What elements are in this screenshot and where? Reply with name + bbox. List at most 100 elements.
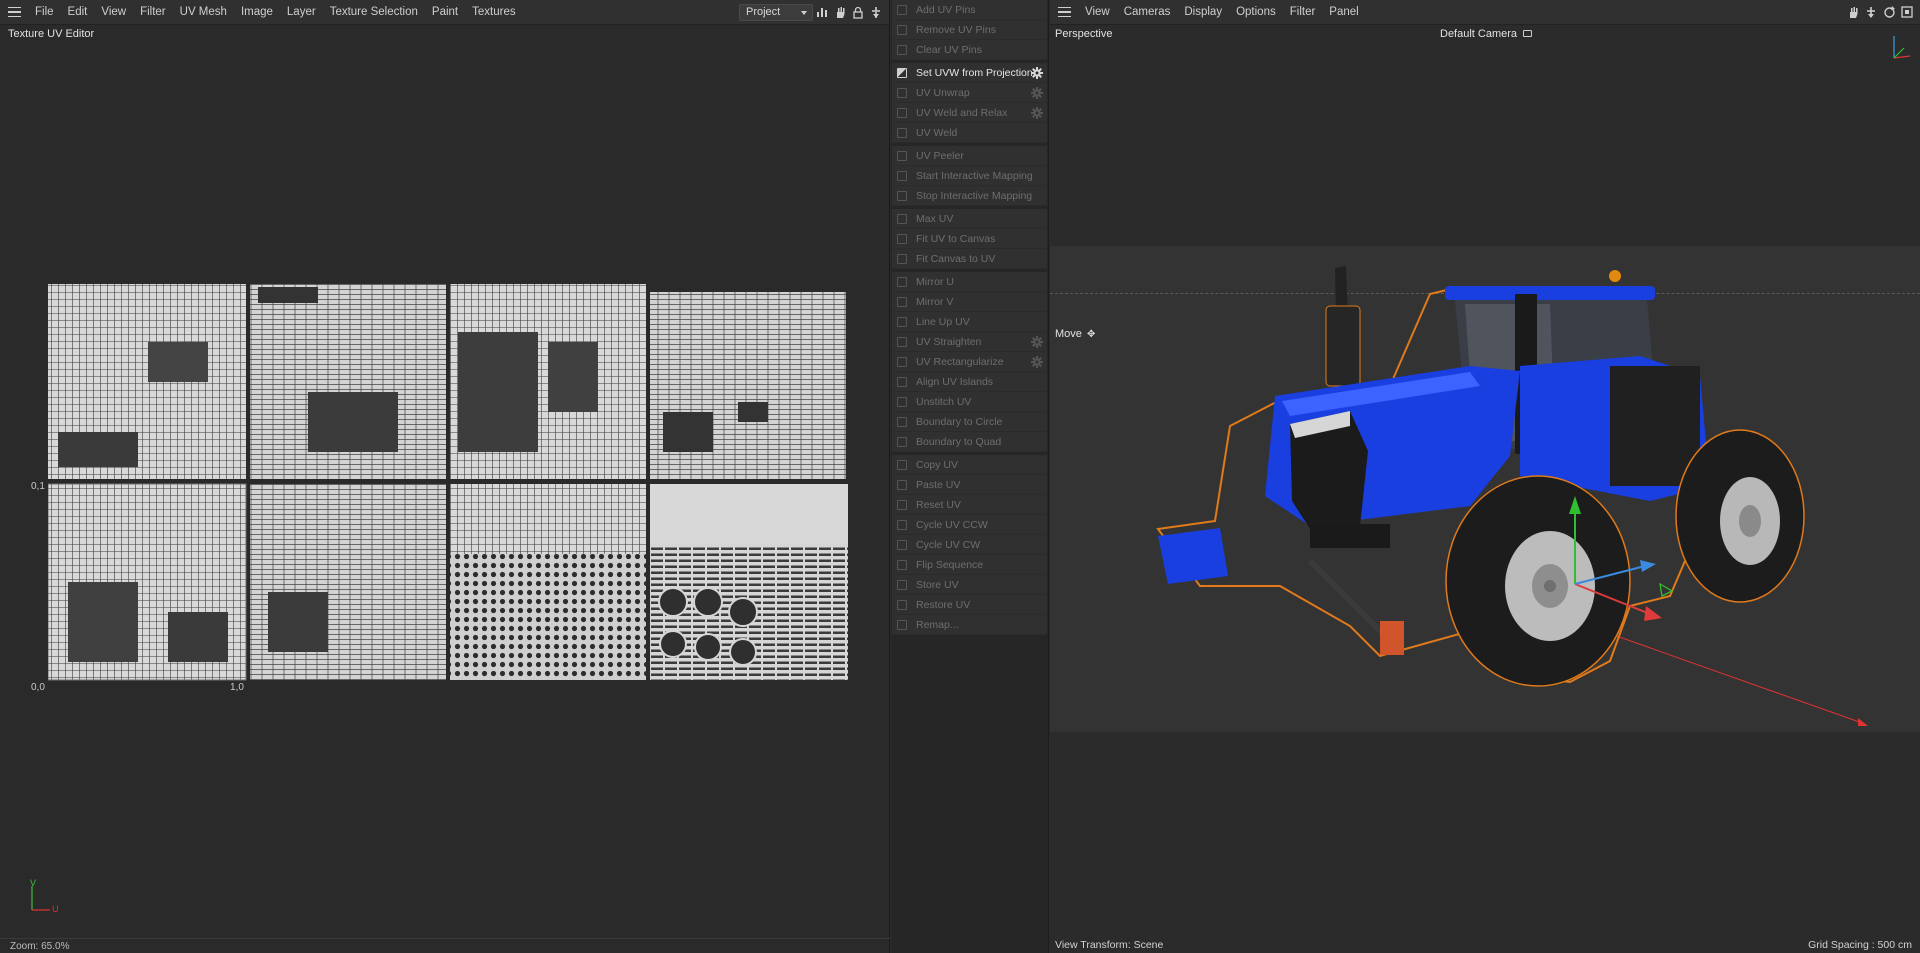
command-cycle-uv-ccw[interactable]: Cycle UV CCW [892, 515, 1047, 535]
viewport-menu-items: View Cameras Display Options Filter Panel [1078, 0, 1366, 25]
command-icon [897, 357, 907, 367]
command-icon [897, 620, 907, 630]
viewport-camera-label[interactable]: Default Camera [1440, 28, 1533, 40]
tractor-model[interactable] [1050, 246, 1920, 732]
viewport-rotate-icon[interactable] [1882, 5, 1896, 19]
command-label: UV Unwrap [916, 86, 970, 99]
command-add-uv-pins[interactable]: Add UV Pins [892, 0, 1047, 20]
perspective-viewport[interactable]: View Cameras Display Options Filter Panel Per… [1050, 0, 1920, 953]
uv-canvas[interactable] [48, 282, 848, 682]
project-select[interactable]: Project [739, 4, 813, 21]
command-uv-unwrap[interactable]: UV Unwrap [892, 83, 1047, 103]
world-axis-gizmo [1893, 36, 1911, 59]
histogram-icon[interactable] [815, 5, 829, 19]
gear-icon[interactable] [1030, 355, 1044, 369]
uv-commands-palette: Add UV Pins Remove UV Pins Clear UV Pins Se… [891, 0, 1049, 953]
uv-menu-edit[interactable]: Edit [61, 0, 95, 25]
viewport-menu-filter[interactable]: Filter [1283, 0, 1323, 25]
viewport-menu-view[interactable]: View [1078, 0, 1117, 25]
command-flip-sequence[interactable]: Flip Sequence [892, 555, 1047, 575]
command-label: Add UV Pins [916, 3, 976, 16]
command-stop-interactive-mapping[interactable]: Stop Interactive Mapping [892, 186, 1047, 206]
camera-icon [1523, 30, 1533, 37]
command-icon [897, 45, 907, 55]
uv-menu-textures[interactable]: Textures [465, 0, 522, 25]
command-remap[interactable]: Remap... [892, 615, 1047, 635]
command-icon [897, 234, 907, 244]
command-uv-straighten[interactable]: UV Straighten [892, 332, 1047, 352]
uv-menu-filter[interactable]: Filter [133, 0, 173, 25]
viewport-maximize-icon[interactable] [1900, 5, 1914, 19]
viewport-menu-cameras[interactable]: Cameras [1117, 0, 1178, 25]
command-label: Copy UV [916, 458, 959, 471]
gear-icon[interactable] [1030, 106, 1044, 120]
uv-gizmo-v-label: V [30, 878, 37, 888]
command-icon [897, 437, 907, 447]
command-mirror-v[interactable]: Mirror V [892, 292, 1047, 312]
uv-menu-layer[interactable]: Layer [280, 0, 323, 25]
command-icon [897, 560, 907, 570]
command-uv-rectangularize[interactable]: UV Rectangularize [892, 352, 1047, 372]
uv-menu-texture-selection[interactable]: Texture Selection [323, 0, 425, 25]
viewport-pan-icon[interactable] [1846, 5, 1860, 19]
uv-command-group: Copy UV Paste UV Reset UV Cycle UV CCW Cycle… [892, 455, 1047, 635]
command-line-up-uv[interactable]: Line Up UV [892, 312, 1047, 332]
lock-icon[interactable] [851, 5, 865, 19]
chevron-down-icon [801, 11, 807, 15]
viewport-menu-display[interactable]: Display [1177, 0, 1229, 25]
uv-hamburger-menu-icon[interactable] [0, 0, 28, 25]
viewport-hamburger-menu-icon[interactable] [1050, 0, 1078, 25]
command-copy-uv[interactable]: Copy UV [892, 455, 1047, 475]
viewport-dolly-icon[interactable] [1864, 5, 1878, 19]
command-uv-peeler[interactable]: UV Peeler [892, 146, 1047, 166]
command-cycle-uv-cw[interactable]: Cycle UV CW [892, 535, 1047, 555]
pan-hand-icon[interactable] [833, 5, 847, 19]
command-paste-uv[interactable]: Paste UV [892, 475, 1047, 495]
command-icon [897, 520, 907, 530]
uv-menu-uv-mesh[interactable]: UV Mesh [173, 0, 234, 25]
viewport-menubar: View Cameras Display Options Filter Panel [1050, 0, 1920, 25]
command-label: Boundary to Quad [916, 435, 1002, 448]
command-clear-uv-pins[interactable]: Clear UV Pins [892, 40, 1047, 60]
command-label: Remap... [916, 618, 959, 631]
command-boundary-to-circle[interactable]: Boundary to Circle [892, 412, 1047, 432]
command-reset-uv[interactable]: Reset UV [892, 495, 1047, 515]
command-label: UV Weld and Relax [916, 106, 1008, 119]
gear-icon[interactable] [1030, 86, 1044, 100]
uv-axis-label-u1: 1,0 [230, 682, 244, 693]
command-unstitch-uv[interactable]: Unstitch UV [892, 392, 1047, 412]
command-fit-uv-to-canvas[interactable]: Fit UV to Canvas [892, 229, 1047, 249]
command-uv-weld-and-relax[interactable]: UV Weld and Relax [892, 103, 1047, 123]
uv-menu-image[interactable]: Image [234, 0, 280, 25]
command-label: Flip Sequence [916, 558, 984, 571]
viewport-menu-panel[interactable]: Panel [1322, 0, 1365, 25]
uv-axis-label-origin: 0,0 [31, 682, 45, 693]
gear-icon[interactable] [1030, 66, 1044, 80]
command-align-uv-islands[interactable]: Align UV Islands [892, 372, 1047, 392]
command-restore-uv[interactable]: Restore UV [892, 595, 1047, 615]
viewport-view-name[interactable]: Perspective [1055, 28, 1112, 40]
command-set-uvw-from-projection[interactable]: Set UVW from Projection [892, 63, 1047, 83]
command-fit-canvas-to-uv[interactable]: Fit Canvas to UV [892, 249, 1047, 269]
command-boundary-to-quad[interactable]: Boundary to Quad [892, 432, 1047, 452]
uv-axis-label-v1: 0,1 [31, 481, 45, 492]
command-label: UV Straighten [916, 335, 982, 348]
command-uv-weld[interactable]: UV Weld [892, 123, 1047, 143]
command-store-uv[interactable]: Store UV [892, 575, 1047, 595]
uv-menu-file[interactable]: File [28, 0, 61, 25]
command-icon [897, 191, 907, 201]
uv-menu-view[interactable]: View [94, 0, 133, 25]
uv-menu-paint[interactable]: Paint [425, 0, 465, 25]
pin-down-icon[interactable] [869, 5, 883, 19]
move-arrows-icon: ✥ [1086, 329, 1096, 340]
app-root: File Edit View Filter UV Mesh Image Layer Textu… [0, 0, 1920, 953]
command-label: Cycle UV CW [916, 538, 981, 551]
command-label: Max UV [916, 212, 954, 225]
command-start-interactive-mapping[interactable]: Start Interactive Mapping [892, 166, 1047, 186]
gear-icon[interactable] [1030, 335, 1044, 349]
command-max-uv[interactable]: Max UV [892, 209, 1047, 229]
uv-axis-gizmo: V U [26, 878, 66, 916]
viewport-menu-options[interactable]: Options [1229, 0, 1283, 25]
command-remove-uv-pins[interactable]: Remove UV Pins [892, 20, 1047, 40]
command-mirror-u[interactable]: Mirror U [892, 272, 1047, 292]
